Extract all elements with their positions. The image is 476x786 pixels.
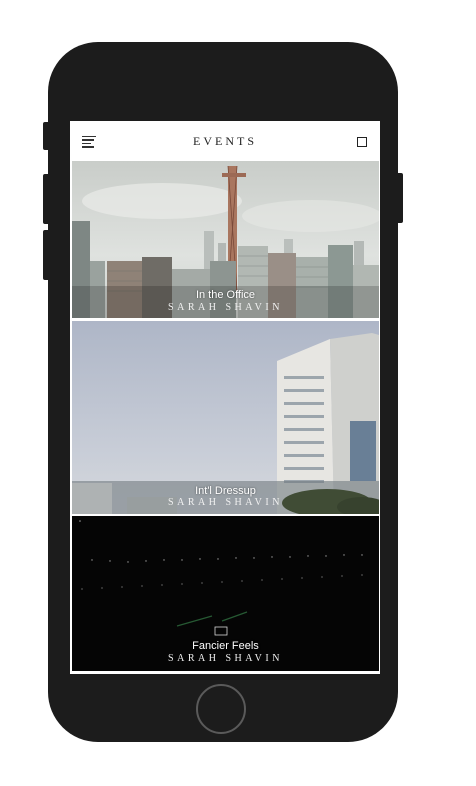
event-card-fancier-feels[interactable]: Fancier Feels SARAH SHAVIN	[72, 516, 379, 671]
app-header: EVENTS	[70, 121, 380, 161]
square-icon[interactable]	[357, 137, 367, 147]
event-card-in-the-office[interactable]: In the Office SARAH SHAVIN	[72, 161, 379, 318]
page-title: EVENTS	[193, 134, 257, 148]
event-card-intl-dressup[interactable]: Int'l Dressup SARAH SHAVIN	[72, 321, 379, 514]
home-button[interactable]	[196, 684, 246, 734]
phone-screen: EVENTS In the Office SARAH SHAVIN Int'l …	[70, 121, 380, 674]
event-author: SARAH SHAVIN	[168, 497, 283, 508]
event-author: SARAH SHAVIN	[168, 653, 283, 664]
event-title: Int'l Dressup	[195, 485, 256, 497]
event-title: Fancier Feels	[192, 640, 259, 652]
event-author: SARAH SHAVIN	[168, 302, 283, 313]
event-title: In the Office	[195, 289, 256, 301]
